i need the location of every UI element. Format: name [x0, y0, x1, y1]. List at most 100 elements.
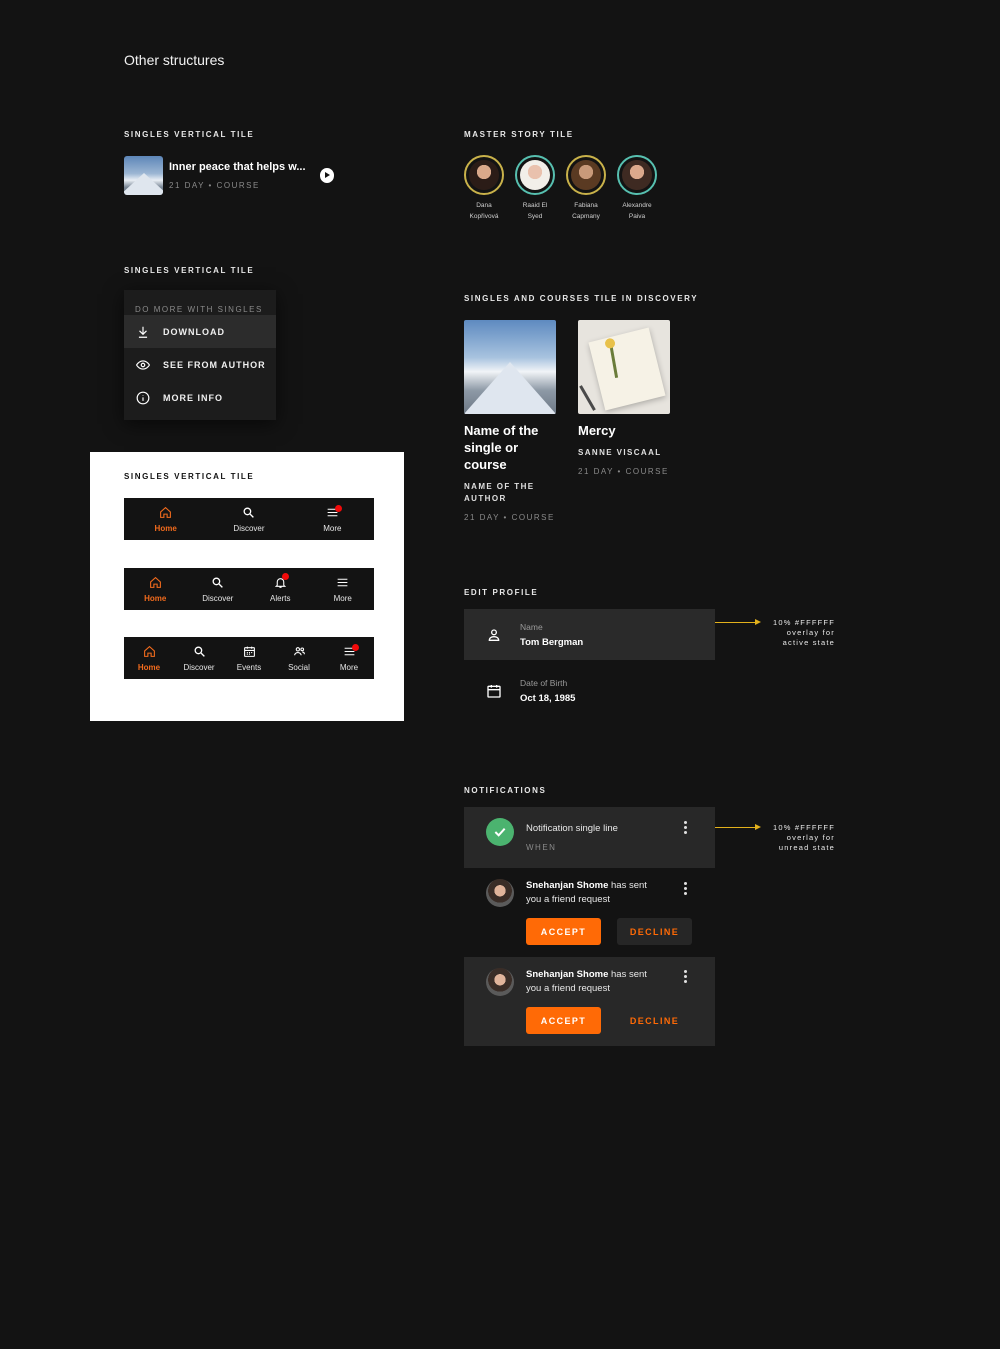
avatar [486, 968, 514, 996]
menu-header: DO MORE WITH SINGLES [135, 305, 263, 314]
menu-item-see-from-author[interactable]: SEE FROM AUTHOR [124, 348, 276, 381]
nav-label: Home [137, 662, 161, 672]
nav-item-events[interactable]: Events [224, 637, 274, 679]
menu-item-label: DOWNLOAD [163, 326, 225, 337]
nav-label: Home [154, 523, 177, 533]
nav-item-more[interactable]: More [291, 498, 374, 540]
section-label-notifications: NOTIFICATIONS [464, 786, 547, 795]
section-label-discovery: SINGLES AND COURSES TILE IN DISCOVERY [464, 294, 699, 303]
eye-icon [136, 359, 150, 370]
story-ring [617, 155, 657, 195]
home-icon [149, 576, 161, 588]
nav-item-alerts[interactable]: Alerts [249, 568, 312, 610]
story-list: Dana Kopřivová Raaid El Syed Fabiana Capman… [464, 155, 657, 222]
section-label-singles: SINGLES VERTICAL TILE [124, 130, 255, 139]
notification-item[interactable]: Notification single line WHEN [464, 807, 715, 868]
nav-label: Social [288, 662, 310, 672]
nav-item-discover[interactable]: Discover [207, 498, 290, 540]
calendar-icon [487, 684, 501, 698]
info-icon [136, 391, 150, 404]
nav-item-more[interactable]: More [324, 637, 374, 679]
more-options-icon[interactable] [684, 821, 687, 834]
tile-author: NAME OF THE AUTHOR [464, 482, 535, 503]
nav-label: Discover [202, 593, 234, 603]
nav-label: Events [236, 662, 262, 672]
check-icon [486, 818, 514, 846]
tile-title: Name of the single or course [464, 423, 539, 472]
navbar-showcase-panel: SINGLES VERTICAL TILE Home Discover More… [90, 452, 404, 721]
date-of-birth-field[interactable]: Date of Birth Oct 18, 1985 [464, 665, 715, 716]
people-icon [293, 646, 305, 655]
menu-item-label: MORE INFO [163, 392, 223, 403]
bottom-nav-4: Home Discover Alerts More [124, 568, 374, 610]
play-icon[interactable] [319, 167, 334, 183]
story-name: Dana Kopřivová [469, 202, 499, 220]
page-title: Other structures [124, 52, 225, 68]
singles-tile[interactable]: Inner peace that helps w... 21 DAY • COU… [124, 155, 334, 195]
section-label-edit-profile: EDIT PROFILE [464, 588, 539, 597]
nav-item-home[interactable]: Home [124, 637, 174, 679]
accept-button[interactable]: ACCEPT [526, 918, 601, 945]
bottom-nav-5: Home Discover Events Social More [124, 637, 374, 679]
annotation-unread-state: 10% #FFFFFF overlay for unread state [773, 823, 835, 852]
nav-item-discover[interactable]: Discover [187, 568, 250, 610]
singles-meta: 21 DAY • COURSE [169, 180, 260, 190]
home-icon [160, 506, 172, 518]
story-name: Raaid El Syed [522, 202, 548, 220]
more-options-icon[interactable] [684, 970, 687, 983]
story-ring [515, 155, 555, 195]
story-ring [464, 155, 504, 195]
nav-label: More [323, 523, 342, 533]
more-options-icon[interactable] [684, 882, 687, 895]
calendar-icon [243, 646, 255, 657]
tile-meta: 21 DAY • COURSE [578, 467, 669, 476]
notification-badge [282, 573, 290, 580]
bottom-nav-3: Home Discover More [124, 498, 374, 540]
avatar [520, 160, 550, 190]
story-name: Fabiana Capmany [572, 202, 600, 220]
accept-button[interactable]: ACCEPT [526, 1007, 601, 1034]
nav-item-more[interactable]: More [312, 568, 375, 610]
nav-label: Discover [183, 662, 215, 672]
download-icon [138, 326, 148, 338]
nav-label: More [333, 593, 352, 603]
menu-icon [337, 578, 348, 586]
notification-badge [335, 505, 343, 512]
tile-title: Mercy [578, 423, 616, 438]
search-icon [244, 507, 255, 518]
menu-item-label: SEE FROM AUTHOR [163, 359, 266, 370]
nav-item-discover[interactable]: Discover [174, 637, 224, 679]
nav-label: More [339, 662, 359, 672]
story-item[interactable]: Dana Kopřivová [464, 155, 504, 222]
search-icon [194, 646, 205, 657]
section-label-stories: MASTER STORY TILE [464, 130, 574, 139]
discovery-tile[interactable]: Mercy SANNE VISCAAL 21 DAY • COURSE [578, 320, 670, 476]
story-item[interactable]: Fabiana Capmany [566, 155, 606, 222]
singles-title: Inner peace that helps w... [169, 160, 306, 173]
story-item[interactable]: Alexandre Paiva [617, 155, 657, 222]
menu-item-download[interactable]: DOWNLOAD [124, 315, 276, 348]
avatar [486, 879, 514, 907]
decline-button[interactable]: DECLINE [617, 918, 692, 945]
avatar [622, 160, 652, 190]
menu-item-more-info[interactable]: MORE INFO [124, 381, 276, 414]
singles-thumbnail [124, 155, 163, 195]
story-name: Alexandre Paiva [622, 202, 652, 220]
friend-request-notification: Snehanjan Shome has sent you a friend req… [464, 957, 715, 1046]
more-menu: DO MORE WITH SINGLES DOWNLOAD SEE FROM A… [124, 290, 276, 420]
nav-item-social[interactable]: Social [274, 637, 324, 679]
discovery-tile[interactable]: Name of the single or course NAME OF THE AU… [464, 320, 556, 522]
decline-button[interactable]: DECLINE [617, 1007, 692, 1034]
nav-item-home[interactable]: Home [124, 498, 207, 540]
notification-badge [352, 644, 359, 651]
annotation-active-state: 10% #FFFFFF overlay for active state [773, 618, 835, 647]
name-field[interactable]: Name Tom Bergman [464, 609, 715, 660]
field-value: Tom Bergman [520, 636, 584, 648]
tile-image [464, 320, 556, 414]
section-label-navbars: SINGLES VERTICAL TILE [124, 472, 255, 481]
notification-text: Notification single line [526, 823, 618, 834]
story-item[interactable]: Raaid El Syed [515, 155, 555, 222]
nav-item-home[interactable]: Home [124, 568, 187, 610]
avatar [469, 160, 499, 190]
nav-label: Alerts [270, 593, 291, 603]
